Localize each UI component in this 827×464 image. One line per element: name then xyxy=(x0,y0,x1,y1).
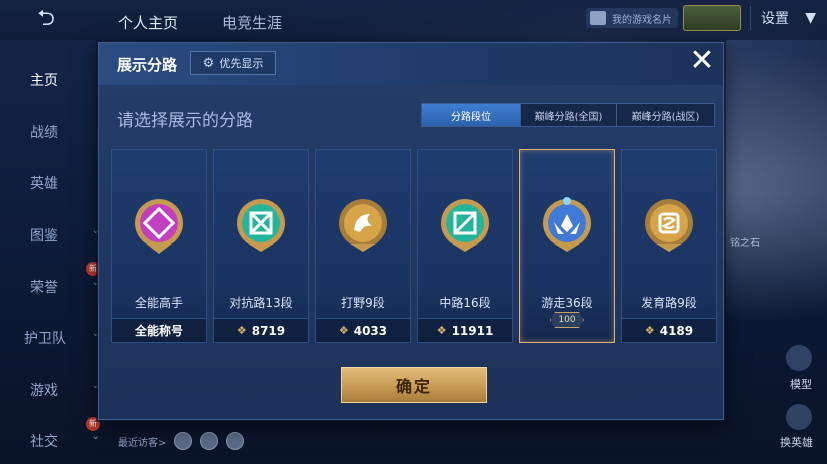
sidebar-item-label: 社交 xyxy=(30,434,58,450)
card-foot: ❖ 11911 xyxy=(418,318,512,342)
close-icon: ✕ xyxy=(689,43,715,78)
game-card-chip[interactable]: 我的游戏名片 xyxy=(586,8,678,28)
rank-points-value: 8719 xyxy=(251,323,286,338)
sidebar-item-label: 荣誉 xyxy=(30,280,58,296)
stone-label: 铭之石 xyxy=(730,238,760,249)
currency-chip[interactable] xyxy=(683,5,741,31)
card-label: 游走36段 xyxy=(541,296,593,310)
lane-card-jungle[interactable]: 打野9段 ❖ 4033 xyxy=(315,149,411,343)
close-button[interactable]: ✕ xyxy=(687,46,717,77)
settings-dropdown[interactable]: 设置 ▼ xyxy=(750,6,822,30)
sidebar: 主页 战绩 英雄 图鉴 ⌄ 新 荣誉 ⌄ 护卫队 ⌄ 游戏 ⌄ 新 社交 ⌄ xyxy=(0,40,105,464)
chevron-down-icon: ▼ xyxy=(805,10,816,26)
rank-points-icon: ❖ xyxy=(338,324,349,337)
recent-visitors[interactable]: 最近访客> xyxy=(118,432,245,450)
model-label: 模型 xyxy=(790,378,812,391)
sidebar-item-record[interactable]: 战绩 xyxy=(30,122,100,142)
model-icon[interactable] xyxy=(786,345,812,371)
mid-lane-emblem-icon xyxy=(441,199,489,252)
card-label: 中路16段 xyxy=(439,296,491,310)
rank-points-value: 11911 xyxy=(451,323,494,338)
display-lane-dialog: 展示分路 ⚙ 优先显示 ✕ 请选择展示的分路 分路段位 巅峰分路(全国) 巅峰分… xyxy=(98,42,724,420)
rank-points-icon: ❖ xyxy=(436,324,447,337)
sidebar-item-label: 战绩 xyxy=(30,125,58,141)
priority-label: 优先显示 xyxy=(219,57,264,70)
lane-type-tabs: 分路段位 巅峰分路(全国) 巅峰分路(战区) xyxy=(421,103,715,127)
card-label: 对抗路13段 xyxy=(229,296,293,310)
card-label: 全能高手 xyxy=(134,296,183,310)
top-bar: ⮌ 个人主页 电竞生涯 我的游戏名片 设置 ▼ xyxy=(0,0,827,40)
roam-emblem-icon xyxy=(543,197,591,252)
confirm-button[interactable]: 确定 xyxy=(341,367,487,403)
lane-card-clash-lane[interactable]: 对抗路13段 ❖ 8719 xyxy=(213,149,309,343)
swap-hero-icon[interactable] xyxy=(786,404,812,430)
rank-points-value: 4189 xyxy=(659,323,694,338)
dialog-title: 展示分路 xyxy=(117,56,178,74)
rank-badge: 100 xyxy=(520,312,614,342)
sidebar-item-label: 主页 xyxy=(30,73,58,89)
rank-points-value: 4033 xyxy=(353,323,388,338)
tab-esports-career[interactable]: 电竞生涯 xyxy=(222,12,282,33)
farm-lane-emblem-icon xyxy=(645,199,693,252)
lane-cards: 全能高手 全能称号 对抗路13段 ❖ 8719 打野9段 ❖ 4033 中路16… xyxy=(111,149,717,343)
game-card-label: 我的游戏名片 xyxy=(612,14,672,26)
jungle-emblem-icon xyxy=(339,199,387,252)
card-foot: ❖ 4189 xyxy=(622,318,716,342)
rank-level-pill: 100 xyxy=(550,312,584,328)
sidebar-item-heroes[interactable]: 英雄 xyxy=(30,173,100,193)
dialog-subtitle: 请选择展示的分路 xyxy=(117,111,253,131)
chevron-down-icon: ⌄ xyxy=(91,431,100,442)
id-card-icon xyxy=(590,11,606,25)
clash-lane-emblem-icon xyxy=(237,199,285,252)
priority-display-button[interactable]: ⚙ 优先显示 xyxy=(190,51,276,75)
sidebar-item-guard[interactable]: 护卫队 ⌄ xyxy=(24,328,100,348)
rank-points-icon: ❖ xyxy=(236,324,247,337)
recent-visitors-label: 最近访客> xyxy=(118,437,167,449)
gear-icon: ⚙ xyxy=(202,55,215,71)
lane-card-all-round[interactable]: 全能高手 全能称号 xyxy=(111,149,207,343)
sidebar-item-label: 图鉴 xyxy=(30,228,58,244)
tab-personal-home[interactable]: 个人主页 xyxy=(118,12,178,33)
sidebar-item-label: 护卫队 xyxy=(24,331,66,347)
card-foot: 全能称号 xyxy=(112,318,206,342)
back-arrow-icon: ⮌ xyxy=(37,6,55,31)
sidebar-item-games[interactable]: 游戏 ⌄ xyxy=(30,380,100,400)
avatar[interactable] xyxy=(174,432,193,450)
tab-lane-rank[interactable]: 分路段位 xyxy=(422,104,521,126)
avatar[interactable] xyxy=(226,432,245,450)
card-label: 打野9段 xyxy=(341,296,385,310)
sidebar-item-collection[interactable]: 图鉴 ⌄ xyxy=(30,225,100,245)
card-label: 发育路9段 xyxy=(641,296,697,310)
sidebar-item-social[interactable]: 社交 ⌄ xyxy=(30,431,100,451)
back-button[interactable]: ⮌ xyxy=(22,6,70,32)
sidebar-item-label: 游戏 xyxy=(30,383,58,399)
all-round-title-label: 全能称号 xyxy=(134,324,183,338)
tab-peak-region[interactable]: 巅峰分路(战区) xyxy=(617,104,714,126)
lane-card-farm-lane[interactable]: 发育路9段 ❖ 4189 xyxy=(621,149,717,343)
rank-points-icon: ❖ xyxy=(644,324,655,337)
card-foot: ❖ 4033 xyxy=(316,318,410,342)
all-round-emblem-icon xyxy=(135,199,183,254)
sidebar-item-home[interactable]: 主页 xyxy=(30,70,100,90)
settings-label: 设置 xyxy=(761,11,789,27)
sidebar-item-label: 英雄 xyxy=(30,176,58,192)
tab-peak-national[interactable]: 巅峰分路(全国) xyxy=(521,104,617,126)
sidebar-item-honor[interactable]: 荣誉 ⌄ xyxy=(30,277,100,297)
card-foot: ❖ 8719 xyxy=(214,318,308,342)
swap-hero-label: 换英雄 xyxy=(780,436,813,449)
avatar[interactable] xyxy=(200,432,219,450)
lane-card-mid-lane[interactable]: 中路16段 ❖ 11911 xyxy=(417,149,513,343)
lane-card-roam[interactable]: 游走36段 100 xyxy=(519,149,615,343)
